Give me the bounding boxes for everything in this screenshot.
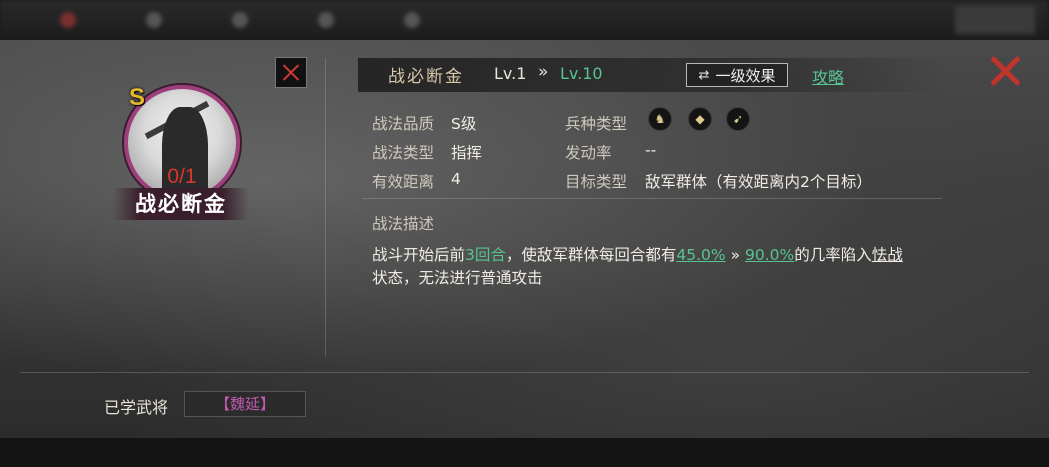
desc-text: 的几率陷入 bbox=[794, 246, 872, 264]
effect-level-label: 一级效果 bbox=[715, 66, 776, 85]
troop-type-label: 兵种类型 bbox=[565, 115, 628, 133]
top-nav-tab[interactable] bbox=[232, 12, 248, 28]
top-nav-tab[interactable] bbox=[318, 12, 334, 28]
type-value: 指挥 bbox=[451, 144, 483, 162]
learned-general-tag[interactable]: 【魏延】 bbox=[184, 391, 306, 417]
skill-title: 战必断金 bbox=[388, 67, 464, 87]
desc-text: 状态，无法进行普通攻击 bbox=[372, 269, 543, 287]
quality-value: S级 bbox=[451, 115, 477, 133]
guide-link[interactable]: 攻略 bbox=[812, 64, 844, 88]
tab-icon bbox=[232, 12, 248, 28]
tab-icon bbox=[404, 12, 420, 28]
desc-rate-max: 90.0% bbox=[745, 246, 795, 264]
effect-level-button[interactable]: ⇄ 一级效果 bbox=[686, 63, 788, 87]
grade-badge: S bbox=[129, 84, 146, 111]
swap-icon: ⇄ bbox=[698, 67, 710, 83]
range-value: 4 bbox=[451, 170, 461, 188]
top-nav-tab[interactable] bbox=[60, 12, 76, 28]
trigger-rate-value: -- bbox=[645, 141, 657, 159]
trigger-rate-label: 发动率 bbox=[565, 144, 612, 162]
top-nav-bar bbox=[0, 0, 1049, 40]
top-nav-tab[interactable] bbox=[404, 12, 420, 28]
cavalry-icon: ♞ bbox=[648, 107, 672, 131]
desc-rate-min: 45.0% bbox=[676, 246, 726, 264]
skill-description: 战斗开始后前3回合，使敌军群体每回合都有45.0% » 90.0%的几率陷入怯战… bbox=[372, 244, 952, 290]
skill-name-plate: 战必断金 bbox=[113, 188, 249, 220]
desc-rounds: 3回合 bbox=[465, 246, 506, 264]
target-type-value: 敌军群体（有效距离内2个目标） bbox=[645, 173, 872, 191]
tab-icon bbox=[60, 12, 76, 28]
level-current: Lv.1 bbox=[494, 64, 527, 83]
vertical-divider bbox=[325, 58, 326, 356]
unequip-close-icon[interactable] bbox=[275, 57, 307, 88]
top-nav-tab[interactable] bbox=[146, 12, 162, 28]
desc-text: 战斗开始后前 bbox=[372, 246, 466, 264]
desc-text: ，使敌军群体每回合都有 bbox=[505, 246, 677, 264]
target-type-label: 目标类型 bbox=[565, 173, 628, 191]
shield-icon: ◆ bbox=[688, 107, 712, 131]
tab-icon bbox=[318, 12, 334, 28]
top-right-button[interactable] bbox=[955, 6, 1035, 34]
level-max: Lv.10 bbox=[560, 64, 603, 83]
footer-divider bbox=[20, 372, 1029, 373]
quality-label: 战法品质 bbox=[372, 115, 435, 133]
level-arrow-icon: » bbox=[538, 62, 549, 82]
type-label: 战法类型 bbox=[372, 144, 435, 162]
desc-arrow-icon: » bbox=[725, 246, 745, 264]
description-title: 战法描述 bbox=[372, 215, 435, 233]
tab-icon bbox=[146, 12, 162, 28]
bottom-bar bbox=[0, 438, 1049, 467]
close-panel-button[interactable] bbox=[988, 54, 1022, 88]
desc-status-link[interactable]: 怯战 bbox=[872, 246, 903, 264]
skill-count: 0/1 bbox=[167, 165, 197, 188]
range-label: 有效距离 bbox=[372, 173, 435, 191]
section-divider bbox=[362, 198, 942, 199]
bow-icon: ➹ bbox=[726, 107, 750, 131]
learned-generals-label: 已学武将 bbox=[104, 398, 169, 417]
